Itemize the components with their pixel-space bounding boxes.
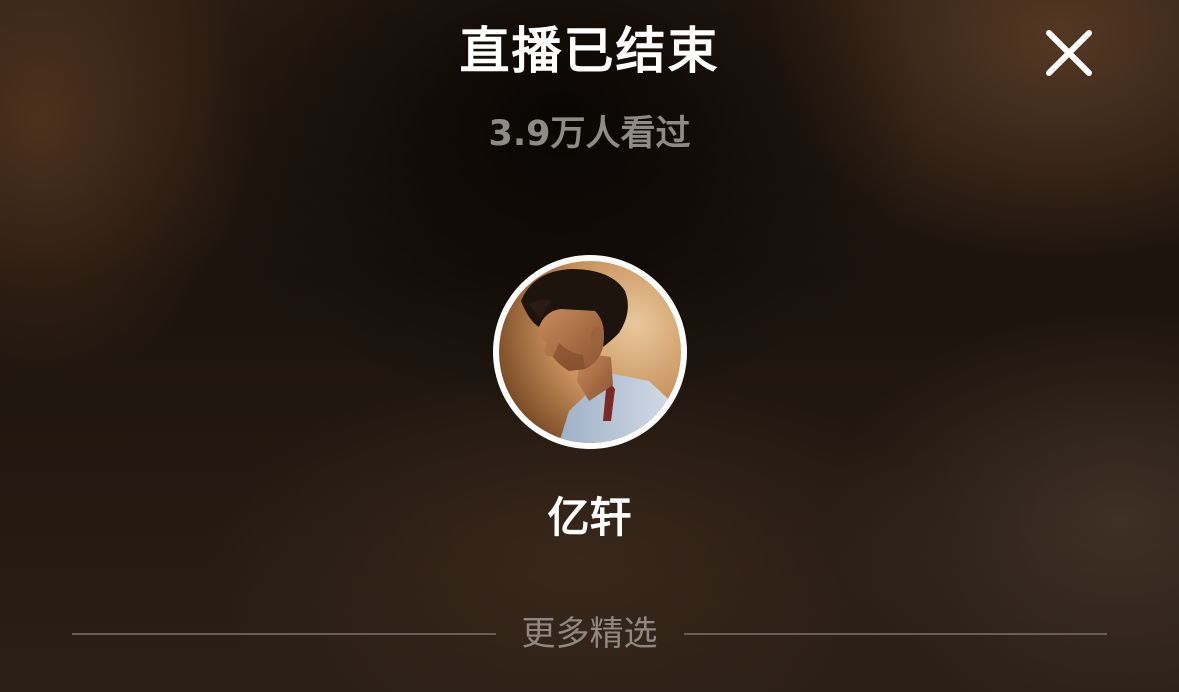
- streamer-avatar[interactable]: [493, 255, 687, 449]
- more-picks-label[interactable]: 更多精选: [496, 610, 684, 658]
- close-button[interactable]: [1040, 26, 1098, 80]
- divider-right: [683, 633, 1107, 635]
- close-icon[interactable]: [1040, 26, 1098, 80]
- streamer-name[interactable]: 亿轩: [0, 490, 1179, 546]
- more-picks-header: 更多精选: [72, 610, 1107, 658]
- viewer-count: 3.9万人看过: [488, 114, 691, 154]
- page-title: 直播已结束: [459, 22, 720, 80]
- avatar[interactable]: [499, 261, 681, 443]
- divider-left: [72, 633, 496, 635]
- live-ended-screen: 直播已结束 3.9万人看过 亿轩 更多精选: [0, 0, 1179, 692]
